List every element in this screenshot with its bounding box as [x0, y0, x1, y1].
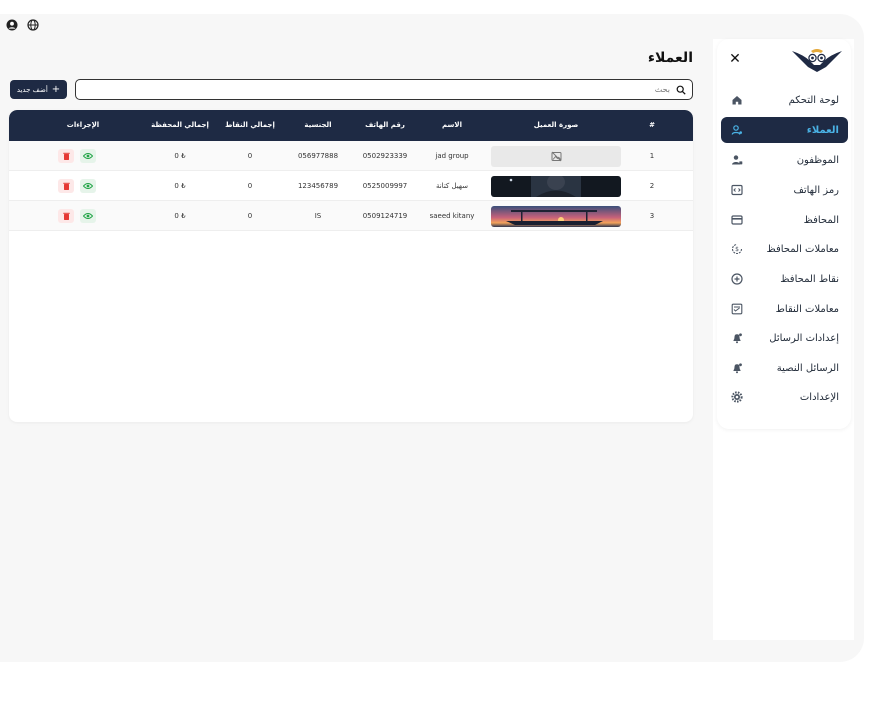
- row-points: 0: [247, 152, 253, 160]
- delete-button[interactable]: [58, 149, 74, 163]
- row-points: 0: [247, 182, 253, 190]
- eye-icon: [83, 213, 93, 219]
- sidebar-item-dashboard[interactable]: لوحة التحكم: [721, 87, 848, 113]
- row-name: saeed kitany: [429, 212, 475, 220]
- sidebar-item-label: نقاط المحافظ: [780, 273, 839, 285]
- col-nationality: الجنسية: [304, 121, 332, 129]
- sidebar-item-customers[interactable]: العملاء: [721, 117, 848, 143]
- row-nationality: 123456789: [297, 182, 339, 190]
- sidebar-item-label: لوحة التحكم: [788, 94, 839, 106]
- col-image: صورة العميل: [533, 121, 579, 129]
- col-index: #: [649, 121, 655, 129]
- page-title: العملاء: [647, 50, 693, 66]
- row-nationality: 056977888: [297, 152, 339, 160]
- view-button[interactable]: [80, 149, 96, 163]
- gear-icon: [730, 391, 743, 404]
- customer-image: [491, 176, 621, 197]
- col-actions: الإجراءات: [66, 121, 100, 129]
- row-index: 3: [649, 212, 655, 220]
- search-box: [75, 79, 693, 100]
- customer-photo-sunset: [491, 206, 621, 227]
- row-phone: 0509124719: [362, 212, 408, 220]
- sidebar-item-wallets[interactable]: المحافظ: [721, 207, 848, 233]
- code-icon: [730, 184, 743, 197]
- sidebar-item-label: رمز الهاتف: [793, 184, 840, 196]
- sidebar-item-label: العملاء: [806, 124, 839, 136]
- col-phone: رقم الهاتف: [365, 121, 405, 129]
- sidebar-item-settings[interactable]: الإعدادات: [721, 384, 848, 410]
- sidebar-item-sms[interactable]: الرسائل النصية: [721, 355, 848, 381]
- row-name: jad group: [435, 152, 469, 160]
- sidebar-item-label: الإعدادات: [799, 391, 839, 403]
- checklist-icon: [730, 303, 743, 316]
- row-wallet: 0 ₺: [174, 212, 186, 220]
- trash-icon: [62, 152, 70, 160]
- customer-image: [491, 206, 621, 227]
- col-name: الاسم: [442, 121, 462, 129]
- row-wallet: 0 ₺: [174, 182, 186, 190]
- trash-icon: [62, 182, 70, 190]
- sidebar-item-label: الرسائل النصية: [776, 362, 839, 374]
- close-sidebar-icon[interactable]: ✕: [729, 52, 741, 66]
- sidebar-item-point-transactions[interactable]: معاملات النقاط: [721, 296, 848, 322]
- trash-icon: [62, 212, 70, 220]
- delete-button[interactable]: [58, 209, 74, 223]
- table-row: 1 jad group 0502923339 056977888 0 0 ₺: [9, 141, 693, 171]
- user-circle-icon[interactable]: [6, 19, 18, 31]
- customers-table: # صورة العميل الاسم رقم الهاتف الجنسية إ…: [9, 110, 693, 422]
- sidebar-item-wallet-points[interactable]: نقاط المحافظ: [721, 266, 848, 292]
- add-new-label: أضف جديد: [16, 85, 48, 94]
- sidebar-item-employees[interactable]: الموظفون: [721, 147, 848, 173]
- sidebar-item-phone-code[interactable]: رمز الهاتف: [721, 177, 848, 203]
- view-button[interactable]: [80, 209, 96, 223]
- sidebar-item-label: الموظفون: [796, 154, 839, 166]
- row-index: 1: [649, 152, 655, 160]
- table-row: 2 سهيل كتانة 0525009997 123456789 0 0 ₺: [9, 171, 693, 201]
- brand-logo: [792, 49, 842, 72]
- users-icon: [730, 124, 743, 137]
- delete-button[interactable]: [58, 179, 74, 193]
- sidebar-item-message-settings[interactable]: إعدادات الرسائل: [721, 325, 848, 351]
- col-points: إجمالي النقاط: [225, 121, 275, 129]
- top-utility-bar: [6, 19, 39, 31]
- eye-icon: [83, 183, 93, 189]
- globe-icon[interactable]: [27, 19, 39, 31]
- no-image-icon: [551, 151, 561, 162]
- row-phone: 0502923339: [362, 152, 408, 160]
- row-wallet: 0 ₺: [174, 152, 186, 160]
- search-input[interactable]: [90, 85, 670, 94]
- wallet-icon: [730, 214, 743, 227]
- add-icon: +: [51, 83, 61, 95]
- row-index: 2: [649, 182, 655, 190]
- add-new-button[interactable]: + أضف جديد: [10, 80, 67, 99]
- sidebar-item-label: معاملات النقاط: [775, 303, 839, 315]
- table-header: # صورة العميل الاسم رقم الهاتف الجنسية إ…: [9, 110, 693, 141]
- search-icon[interactable]: [676, 85, 686, 95]
- home-icon: [730, 94, 743, 107]
- sidebar-item-label: المحافظ: [803, 214, 839, 226]
- eye-icon: [83, 153, 93, 159]
- sidebar-item-label: إعدادات الرسائل: [769, 332, 839, 344]
- customer-photo-portrait: [491, 176, 621, 197]
- employee-icon: [730, 154, 743, 167]
- svg-text:$: $: [735, 246, 739, 253]
- row-nationality: IS: [314, 212, 322, 220]
- row-points: 0: [247, 212, 253, 220]
- customer-image-placeholder: [491, 146, 621, 167]
- bell-icon: [730, 332, 743, 345]
- row-name: سهيل كتانة: [435, 182, 468, 190]
- sidebar-item-wallet-transactions[interactable]: معاملات المحافظ $: [721, 236, 848, 262]
- row-phone: 0525009997: [362, 182, 408, 190]
- bell-icon: [730, 362, 743, 375]
- money-cycle-icon: $: [730, 243, 743, 256]
- sidebar-item-label: معاملات المحافظ: [766, 243, 839, 255]
- plus-circle-icon: [730, 273, 743, 286]
- col-wallet: إجمالي المحفظة: [151, 121, 209, 129]
- table-row: 3 saeed kitany 0509124719 IS 0 0 ₺: [9, 201, 693, 231]
- view-button[interactable]: [80, 179, 96, 193]
